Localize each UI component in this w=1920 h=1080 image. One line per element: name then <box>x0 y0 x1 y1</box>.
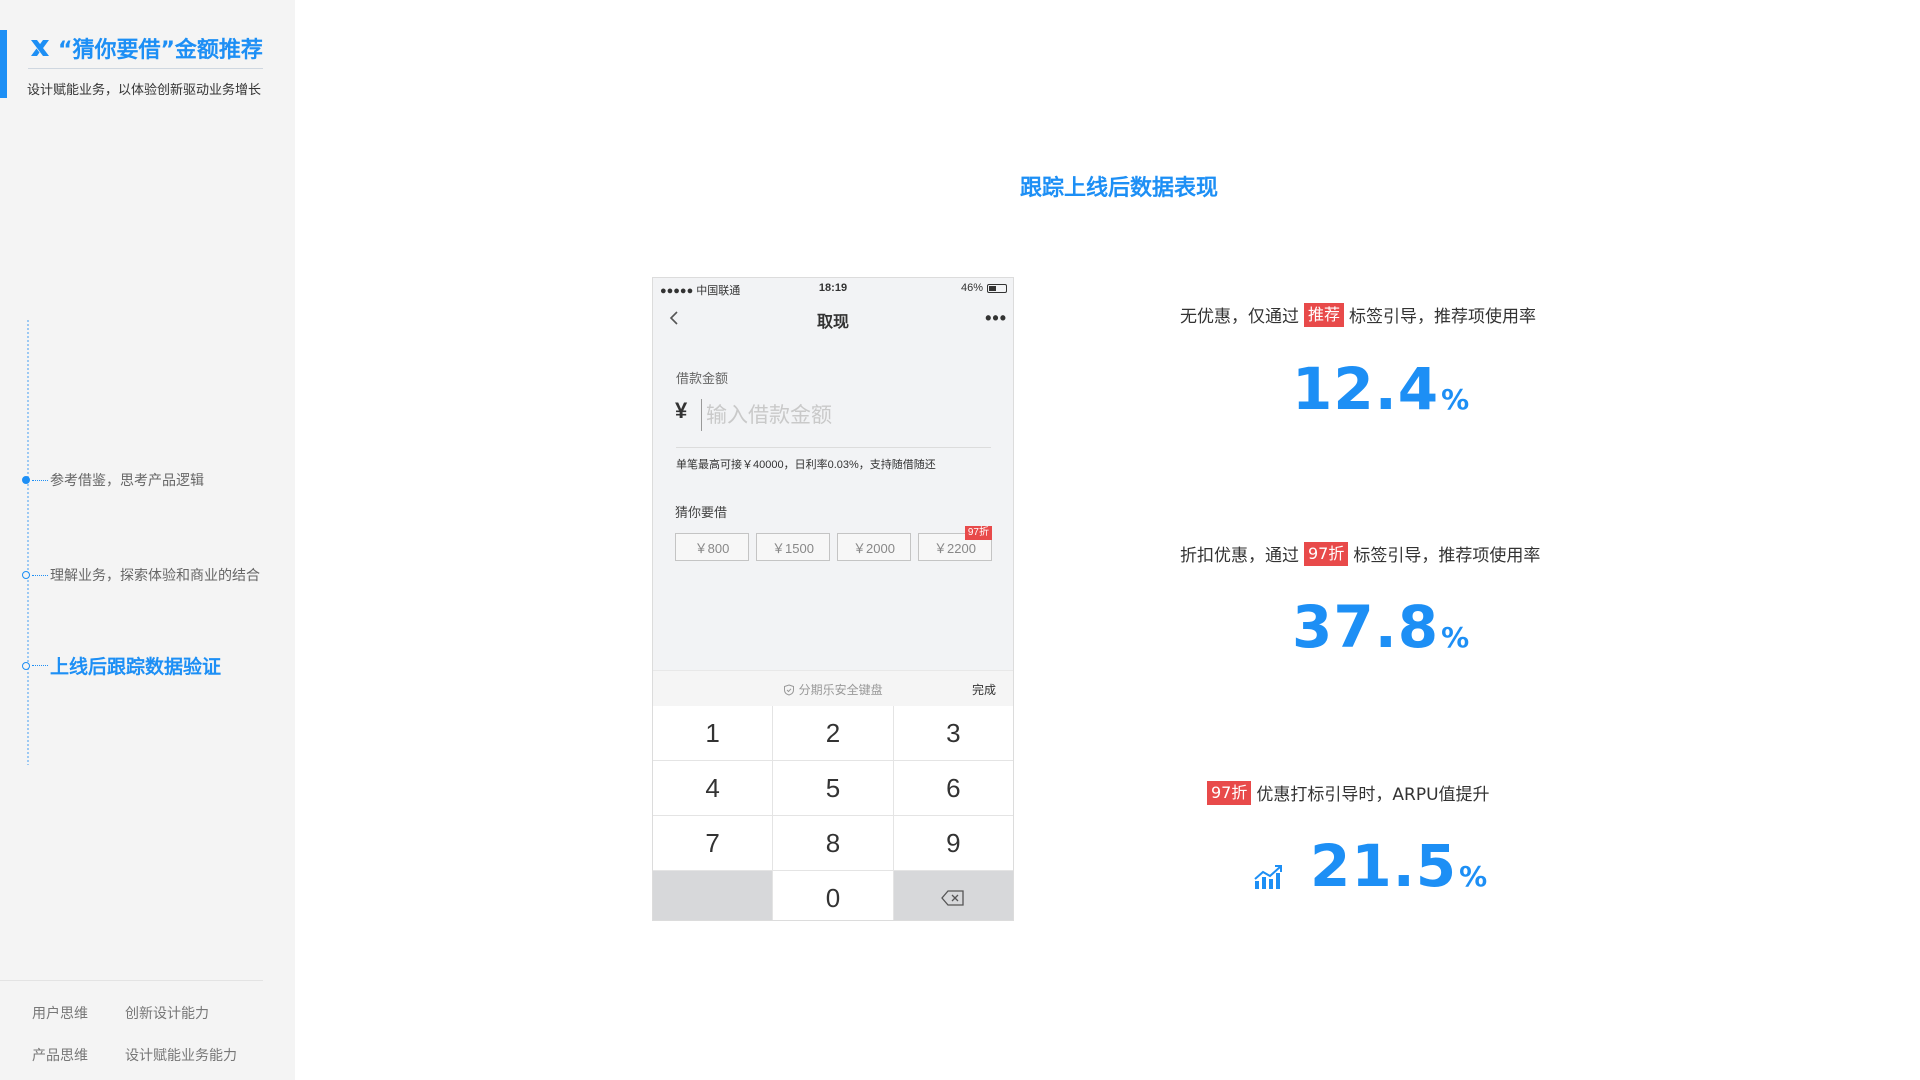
amount-underline <box>676 447 991 448</box>
key-7[interactable]: 7 <box>653 816 773 870</box>
sidebar-accent-bar <box>0 30 7 98</box>
tag-innovative-design: 创新设计能力 <box>125 1006 209 1022</box>
more-dots-icon[interactable]: ••• <box>985 308 1007 329</box>
phone-mockup: ●●●●● 中国联通 18:19 46% 取现 ••• 借款金额 ¥ 单笔最高可… <box>652 277 1014 921</box>
stat-3-number: 21.5 <box>1310 832 1458 900</box>
amount-chip-800[interactable]: ￥800 <box>675 533 749 561</box>
discount-badge: 97折 <box>964 526 992 540</box>
amount-chip-1500[interactable]: ￥1500 <box>756 533 830 561</box>
timeline-label: 参考借鉴，思考产品逻辑 <box>50 473 204 489</box>
status-right: 46% <box>961 282 1007 294</box>
keyboard-header: 分期乐安全键盘 完成 <box>653 670 1013 706</box>
stat-1-tag: 推荐 <box>1304 302 1345 327</box>
key-9[interactable]: 9 <box>893 816 1013 870</box>
chip-label: ￥2000 <box>853 540 895 556</box>
amount-input[interactable] <box>701 399 951 431</box>
timeline-connector <box>32 574 48 576</box>
battery-fill <box>989 285 996 291</box>
stat-2-number: 37.8 <box>1292 593 1440 661</box>
tag-design-empowerment: 设计赋能业务能力 <box>125 1048 237 1064</box>
key-1[interactable]: 1 <box>653 706 773 760</box>
key-3[interactable]: 3 <box>893 706 1013 760</box>
keyboard-done-button[interactable]: 完成 <box>972 681 996 698</box>
timeline-label: 理解业务，探索体验和商业的结合 <box>50 568 260 584</box>
timeline-item-reference[interactable]: 参考借鉴，思考产品逻辑 <box>22 470 204 490</box>
key-4[interactable]: 4 <box>653 761 773 815</box>
amount-label: 借款金额 <box>676 371 729 386</box>
tag-product-thinking: 产品思维 <box>32 1048 88 1064</box>
stat-1-post: 标签引导，推荐项使用率 <box>1349 307 1537 327</box>
tags-divider <box>0 980 263 981</box>
timeline-connector <box>32 665 48 666</box>
section-subtitle: 设计赋能业务，以体验创新驱动业务增长 <box>27 83 262 98</box>
stat-3-post: 优惠打标引导时，ARPU值提升 <box>1256 785 1490 805</box>
backspace-icon <box>941 890 964 906</box>
timeline-line <box>27 320 29 765</box>
timeline-dot <box>22 571 30 579</box>
stat-2-pre: 折扣优惠，通过 <box>1180 546 1299 566</box>
stat-1-description: 无优惠，仅通过 推荐 标签引导，推荐项使用率 <box>1180 302 1536 327</box>
nav-title: 取现 <box>816 314 849 331</box>
sidebar: “猜你要借”金额推荐 设计赋能业务，以体验创新驱动业务增长 参考借鉴，思考产品逻… <box>0 0 295 1080</box>
stat-2-tag: 97折 <box>1304 541 1349 566</box>
amount-chip-2200[interactable]: ￥2200 97折 <box>918 526 992 561</box>
battery-percent: 46% <box>960 282 983 294</box>
status-time: 18:19 <box>818 282 848 294</box>
section-title-text: “猜你要借”金额推荐 <box>58 38 263 63</box>
key-6[interactable]: 6 <box>893 761 1013 815</box>
chip-label: ￥800 <box>694 540 730 556</box>
guess-label: 猜你要借 <box>675 505 728 520</box>
keyboard-title: 分期乐安全键盘 <box>653 681 1013 698</box>
stat-2-unit: % <box>1441 621 1471 654</box>
growth-chart-icon <box>1254 865 1282 889</box>
status-bar: ●●●●● 中国联通 18:19 46% <box>653 278 1013 300</box>
currency-symbol: ¥ <box>675 398 688 423</box>
amount-hint: 单笔最高可接￥40000，日利率0.03%，支持随借随还 <box>676 459 936 471</box>
stat-2-value: 37.8% <box>1292 593 1470 661</box>
key-5[interactable]: 5 <box>773 761 893 815</box>
main-title: 跟踪上线后数据表现 <box>1020 176 1219 201</box>
stat-3-unit: % <box>1459 860 1489 893</box>
stat-1-value: 12.4% <box>1292 355 1470 423</box>
stat-3-tag: 97折 <box>1207 780 1252 805</box>
key-blank <box>653 871 773 920</box>
stat-2-description: 折扣优惠，通过 97折 标签引导，推荐项使用率 <box>1180 541 1540 566</box>
key-8[interactable]: 8 <box>773 816 893 870</box>
chip-label: ￥1500 <box>772 540 814 556</box>
timeline-label-active: 上线后跟踪数据验证 <box>50 656 222 678</box>
shield-icon <box>784 684 795 696</box>
delete-key[interactable] <box>893 871 1013 920</box>
stat-2-post: 标签引导，推荐项使用率 <box>1353 546 1541 566</box>
timeline-item-business[interactable]: 理解业务，探索体验和商业的结合 <box>22 565 260 585</box>
battery-icon <box>987 283 1007 293</box>
timeline-dot <box>22 661 30 670</box>
keyboard-title-text: 分期乐安全键盘 <box>798 683 883 697</box>
nav-bar: 取现 ••• <box>653 300 1013 336</box>
x-logo-icon <box>31 40 49 56</box>
key-0[interactable]: 0 <box>773 871 893 920</box>
tag-user-thinking: 用户思维 <box>32 1006 88 1022</box>
timeline-item-data-validation[interactable]: 上线后跟踪数据验证 <box>22 652 221 679</box>
key-2[interactable]: 2 <box>773 706 893 760</box>
section-title: “猜你要借”金额推荐 <box>28 32 263 64</box>
stat-1-unit: % <box>1441 383 1471 416</box>
title-divider <box>28 68 263 69</box>
amount-chip-2000[interactable]: ￥2000 <box>837 533 911 561</box>
numeric-keypad: 1 2 3 4 5 6 7 8 9 0 <box>653 706 1013 920</box>
chip-label: ￥2200 <box>934 540 976 556</box>
stat-3-description: 97折 优惠打标引导时，ARPU值提升 <box>1207 780 1490 805</box>
timeline-dot <box>22 476 30 484</box>
stat-1-number: 12.4 <box>1292 355 1440 423</box>
stat-1-pre: 无优惠，仅通过 <box>1180 307 1299 327</box>
stat-3-value: 21.5% <box>1310 832 1488 900</box>
timeline-connector <box>32 479 48 481</box>
amount-chips: ￥800 ￥1500 ￥2000 ￥2200 97折 <box>675 526 992 561</box>
